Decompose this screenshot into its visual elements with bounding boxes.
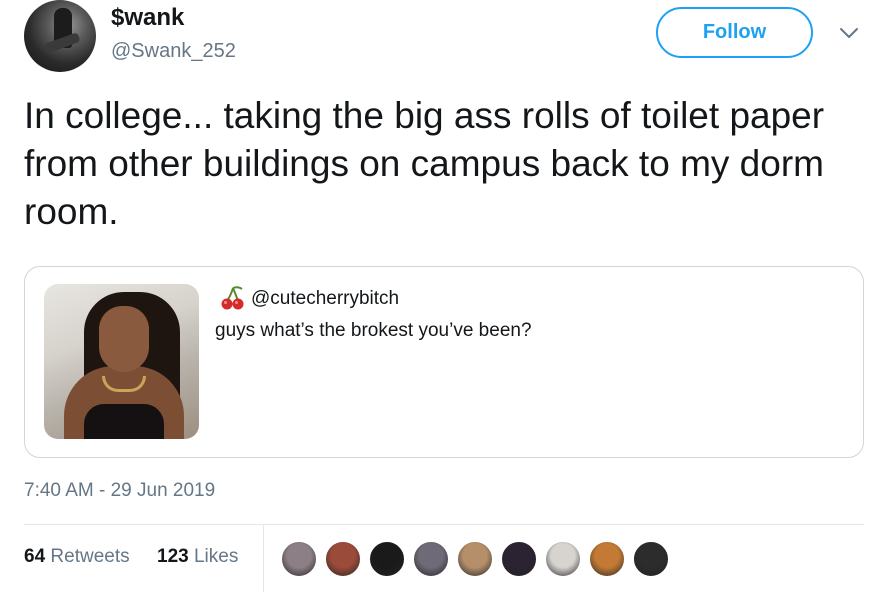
retweets-stat[interactable]: 64 Retweets [24, 546, 130, 568]
author-avatar[interactable] [24, 0, 96, 72]
liker-avatar[interactable] [324, 540, 362, 578]
likes-stat[interactable]: 123 Likes [157, 546, 238, 568]
chevron-down-icon[interactable] [838, 26, 860, 40]
likes-label: Likes [193, 546, 239, 567]
retweets-label: Retweets [50, 546, 130, 567]
tweet-text: In college... taking the big ass rolls o… [24, 95, 825, 232]
quoted-tweet[interactable]: @cutecherrybitch guys what’s the brokest… [24, 266, 864, 458]
liker-avatar[interactable] [544, 540, 582, 578]
likes-count: 123 [157, 546, 189, 567]
quoted-tweet-image[interactable] [44, 284, 199, 439]
liker-avatar[interactable] [412, 540, 450, 578]
liker-avatar[interactable] [368, 540, 406, 578]
liker-avatar[interactable] [500, 540, 538, 578]
liker-avatar[interactable] [632, 540, 670, 578]
retweets-count: 64 [24, 546, 46, 567]
author-display-name[interactable]: $wank [111, 4, 184, 32]
cherry-icon [221, 286, 244, 310]
liker-avatar[interactable] [280, 540, 318, 578]
image-face [99, 306, 149, 372]
quoted-text: guys what’s the brokest you’ve been? [215, 320, 532, 341]
quoted-handle[interactable]: @cutecherrybitch [251, 288, 399, 310]
liker-avatar[interactable] [456, 540, 494, 578]
stats-divider [24, 524, 864, 525]
follow-button[interactable]: Follow [656, 7, 813, 58]
tweet-timestamp[interactable]: 7:40 AM - 29 Jun 2019 [24, 480, 215, 502]
author-handle[interactable]: @Swank_252 [111, 40, 236, 63]
image-top [84, 404, 164, 439]
stats-vertical-divider [263, 525, 264, 592]
liker-avatar[interactable] [588, 540, 626, 578]
